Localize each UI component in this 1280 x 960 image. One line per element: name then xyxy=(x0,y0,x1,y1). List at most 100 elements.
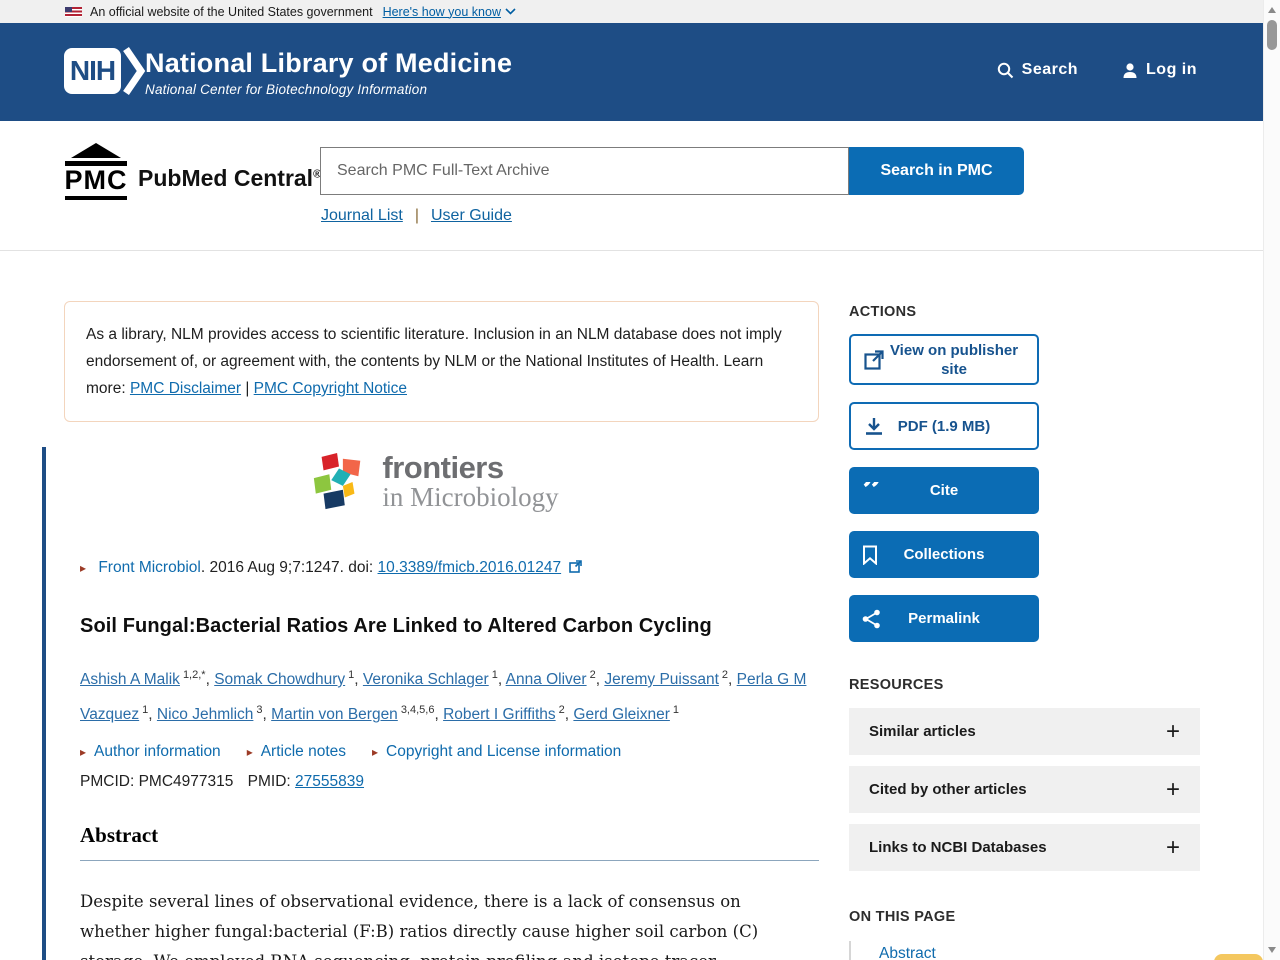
author-link[interactable]: Ashish A Malik xyxy=(80,671,180,688)
disclosure-triangle-icon: ▸ xyxy=(372,745,378,759)
nih-logo[interactable]: NIH xyxy=(64,47,149,95)
author-link[interactable]: Nico Jehmlich xyxy=(157,706,253,723)
journal-logo-subname: in Microbiology xyxy=(382,483,558,513)
bookmark-icon xyxy=(862,545,878,565)
plus-icon: + xyxy=(1166,718,1180,746)
author-link[interactable]: Robert I Griffiths xyxy=(443,706,556,723)
author-link[interactable]: Martin von Bergen xyxy=(271,706,398,723)
pmc-logo-acronym: PMC xyxy=(65,166,128,196)
resources-heading: RESOURCES xyxy=(849,677,944,693)
disclosure-triangle-icon: ▸ xyxy=(247,745,253,759)
pmcid-value: PMC4977315 xyxy=(139,773,234,790)
cited-by-accordion[interactable]: Cited by other articles + xyxy=(849,766,1200,813)
download-icon xyxy=(864,416,884,436)
pmc-logo[interactable]: PMC PubMed Central® xyxy=(64,143,321,200)
author-link[interactable]: Somak Chowdhury xyxy=(214,671,345,688)
author-link[interactable]: Veronika Schlager xyxy=(363,671,489,688)
doi-link[interactable]: 10.3389/fmicb.2016.01247 xyxy=(378,559,562,576)
quote-icon: ” xyxy=(862,482,883,500)
pmid-link[interactable]: 27555839 xyxy=(295,773,364,790)
journal-logo: frontiers in Microbiology xyxy=(46,451,823,513)
search-icon xyxy=(997,62,1014,79)
pmc-header-bar: PMC PubMed Central® Search in PMC Journa… xyxy=(0,121,1263,251)
pmc-copyright-link[interactable]: PMC Copyright Notice xyxy=(254,380,407,397)
journal-logo-name: frontiers xyxy=(382,452,558,483)
header-search-button[interactable]: Search xyxy=(997,61,1078,79)
accordion-label: Similar articles xyxy=(869,723,976,740)
us-flag-icon xyxy=(65,7,82,17)
pdf-download-button[interactable]: PDF (1.9 MB) xyxy=(849,402,1039,450)
frontiers-cubes-icon xyxy=(310,451,368,513)
journal-list-link[interactable]: Journal List xyxy=(321,207,403,225)
author-separator: , xyxy=(434,706,443,723)
author-information-toggle[interactable]: ▸Author information xyxy=(80,743,221,761)
collections-button[interactable]: Collections xyxy=(849,531,1039,578)
gov-banner-text: An official website of the United States… xyxy=(90,5,373,19)
external-link-icon xyxy=(864,350,884,370)
author-separator: , xyxy=(498,671,506,688)
link-divider: | xyxy=(415,207,419,225)
pmc-disclaimer-link[interactable]: PMC Disclaimer xyxy=(130,380,241,397)
heres-how-you-know-link[interactable]: Here's how you know xyxy=(383,5,501,19)
pmc-search-input[interactable] xyxy=(320,147,849,195)
author-affiliation: 1 xyxy=(673,704,679,716)
cite-button[interactable]: ” Cite xyxy=(849,467,1039,514)
login-label: Log in xyxy=(1146,61,1197,79)
site-header: NIH National Library of Medicine Nationa… xyxy=(0,23,1263,121)
plus-icon: + xyxy=(1166,776,1180,804)
notice-separator: | xyxy=(241,380,254,397)
gov-banner: An official website of the United States… xyxy=(0,0,1263,23)
view-on-publisher-site-button[interactable]: View on publisher site xyxy=(849,334,1039,385)
search-in-pmc-button[interactable]: Search in PMC xyxy=(849,147,1024,195)
author-separator: , xyxy=(354,671,363,688)
author-separator: , xyxy=(206,671,215,688)
ncbi-links-accordion[interactable]: Links to NCBI Databases + xyxy=(849,824,1200,871)
user-guide-link[interactable]: User Guide xyxy=(431,207,512,225)
user-icon xyxy=(1122,62,1138,79)
article-notes-toggle[interactable]: ▸Article notes xyxy=(247,743,346,761)
header-titles: National Library of Medicine National Ce… xyxy=(145,48,512,97)
on-this-page-heading: ON THIS PAGE xyxy=(849,909,955,925)
article-ids: PMCID: PMC4977315 PMID: 27555839 xyxy=(80,773,364,791)
permalink-button[interactable]: Permalink xyxy=(849,595,1039,642)
chevron-down-icon xyxy=(505,8,516,15)
button-label: Collections xyxy=(904,546,985,563)
scrollbar[interactable] xyxy=(1263,0,1280,960)
citation-details: . 2016 Aug 9;7:1247. doi: xyxy=(201,559,378,576)
author-affiliation: 3,4,5,6 xyxy=(401,704,435,716)
scroll-up-arrow[interactable] xyxy=(1268,7,1276,13)
share-icon xyxy=(862,609,881,629)
actions-heading: ACTIONS xyxy=(849,304,916,320)
author-affiliation: 1,2,* xyxy=(183,669,206,681)
article-meta-links: ▸Author information ▸Article notes ▸Copy… xyxy=(80,743,621,761)
pmid-label: PMID: xyxy=(248,773,295,790)
author-link[interactable]: Gerd Gleixner xyxy=(573,706,669,723)
article-panel: frontiers in Microbiology ▸ Front Microb… xyxy=(42,447,823,960)
scroll-down-arrow[interactable] xyxy=(1268,947,1276,953)
on-this-page-abstract-link[interactable]: Abstract xyxy=(879,945,936,960)
author-link[interactable]: Jeremy Puissant xyxy=(604,671,719,688)
abstract-heading: Abstract xyxy=(80,823,819,861)
author-separator: , xyxy=(728,671,737,688)
feedback-tab[interactable]: Feedback xyxy=(1214,954,1263,960)
similar-articles-accordion[interactable]: Similar articles + xyxy=(849,708,1200,755)
author-list: Ashish A Malik1,2,*, Somak Chowdhury 1, V… xyxy=(80,660,821,730)
author-separator: , xyxy=(148,706,157,723)
sidebar: ACTIONS View on publisher site PDF (1.9 … xyxy=(849,251,1200,960)
journal-logo-text: frontiers in Microbiology xyxy=(382,452,558,513)
pmcid-label: PMCID: xyxy=(80,773,139,790)
site-title: National Library of Medicine xyxy=(145,48,512,79)
copyright-license-toggle[interactable]: ▸Copyright and License information xyxy=(372,743,621,761)
pmc-logo-name: PubMed Central® xyxy=(138,165,321,192)
nlm-notice-box: As a library, NLM provides access to sci… xyxy=(64,301,819,422)
author-separator: , xyxy=(263,706,272,723)
scrollbar-thumb[interactable] xyxy=(1267,20,1277,50)
pmc-building-icon: PMC xyxy=(64,143,128,200)
journal-link[interactable]: Front Microbiol xyxy=(98,559,201,576)
login-button[interactable]: Log in xyxy=(1122,61,1197,79)
button-label: Cite xyxy=(930,482,958,499)
external-link-icon xyxy=(569,560,582,573)
disclosure-triangle-icon: ▸ xyxy=(80,745,86,759)
author-link[interactable]: Anna Oliver xyxy=(506,671,587,688)
header-links: Search Log in xyxy=(997,61,1197,79)
